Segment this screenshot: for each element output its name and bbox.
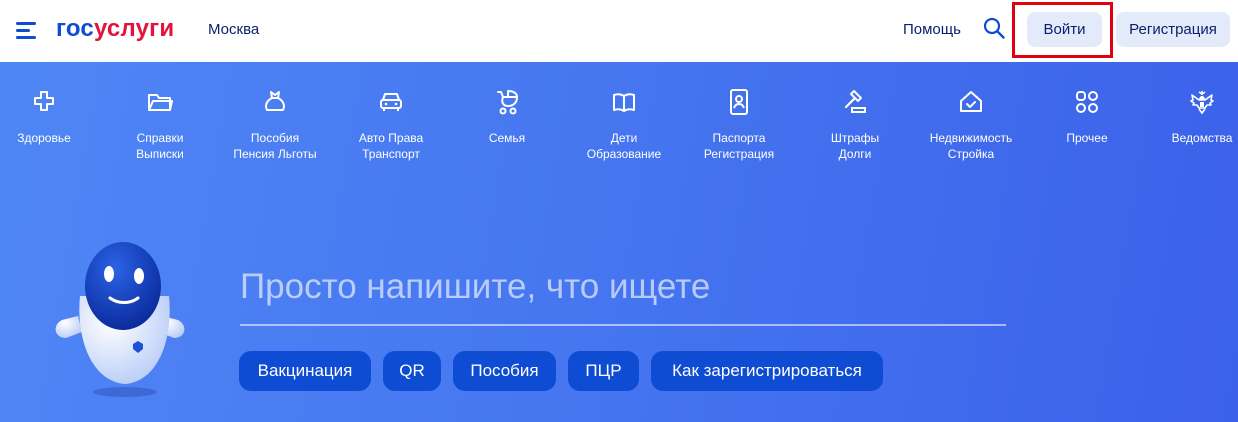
category-label: Прочее [1066,131,1108,145]
category-label: Паспорта Регистрация [703,131,775,161]
category-label: Здоровье [17,131,71,145]
register-button[interactable]: Регистрация [1116,12,1230,47]
category-health[interactable]: Здоровье [0,88,99,146]
book-icon [613,93,635,112]
chip-qr[interactable]: QR [383,351,441,391]
category-other[interactable]: Прочее [1032,88,1142,146]
category-label: Недвижимость Стройка [929,131,1013,161]
header: госуслуги Москва Помощь Войти Регистраци… [0,0,1238,62]
folder-icon [148,94,173,111]
category-label: Авто Права Транспорт [358,131,424,161]
category-realty[interactable]: Недвижимость Стройка [916,88,1026,162]
hero-section: Здоровье Справки Выписки Пособия Пенсия … [0,62,1238,422]
chip-benefits[interactable]: Пособия [453,351,556,391]
chip-how-to-register[interactable]: Как зарегистрироваться [651,351,883,391]
robot-assistant-icon [55,242,185,397]
car-icon [380,93,402,111]
logo-part-2: услуги [93,15,175,42]
category-auto[interactable]: Авто Права Транспорт [336,88,446,162]
purse-icon [265,91,285,111]
category-fines[interactable]: Штрафы Долги [800,88,910,162]
logo[interactable]: госуслуги [56,14,174,44]
emblem-icon [1190,91,1214,115]
category-label: Справки Выписки [136,131,184,161]
category-passports[interactable]: Паспорта Регистрация [684,88,794,162]
search-icon[interactable] [982,16,1006,40]
category-label: Ведомства [1171,131,1233,145]
passport-icon [730,89,748,115]
category-certificates[interactable]: Справки Выписки [105,88,215,162]
category-agencies[interactable]: Ведомства [1147,88,1238,146]
search-input[interactable]: Просто напишите, что ищете [240,266,710,308]
chip-pcr[interactable]: ПЦР [568,351,639,391]
category-benefits[interactable]: Пособия Пенсия Льготы [220,88,330,162]
category-label: Дети Образование [586,131,662,161]
category-label: Семья [488,131,526,145]
logo-part-1: гос [56,15,94,42]
grid-icon [1076,91,1098,113]
gavel-icon [844,90,866,113]
help-link[interactable]: Помощь [903,21,961,39]
category-label: Штрафы Долги [830,131,880,161]
stroller-icon [497,90,518,115]
category-family[interactable]: Семья [452,88,562,146]
menu-icon[interactable] [16,20,38,40]
house-icon [960,91,982,112]
chip-vaccination[interactable]: Вакцинация [239,351,371,391]
category-children[interactable]: Дети Образование [569,88,679,162]
login-button[interactable]: Войти [1027,12,1102,47]
cross-icon [34,91,54,111]
category-label: Пособия Пенсия Льготы [233,131,317,161]
search-underline [240,324,1006,326]
city-selector[interactable]: Москва [208,21,259,39]
